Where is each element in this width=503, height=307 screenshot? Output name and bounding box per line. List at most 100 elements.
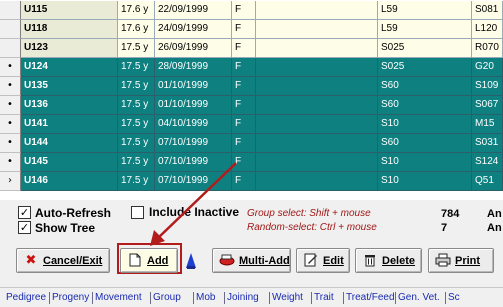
tab-gen-vet[interactable]: Gen. Vet. bbox=[398, 288, 440, 307]
cell-id: U144 bbox=[21, 134, 118, 153]
cell-sire: S60 bbox=[378, 96, 472, 115]
printer-icon bbox=[435, 253, 451, 269]
row-indicator[interactable] bbox=[0, 1, 21, 20]
cell-date: 24/09/1999 bbox=[155, 20, 232, 39]
table-row[interactable]: U115 17.6 y 22/09/1999 F L59 S081 bbox=[0, 1, 503, 20]
cell-sex: F bbox=[232, 134, 256, 153]
cell-date: 28/09/1999 bbox=[155, 58, 232, 77]
new-document-icon bbox=[127, 253, 143, 269]
cell-sex: F bbox=[232, 96, 256, 115]
table-row[interactable]: U123 17.5 y 26/09/1999 F S025 R070 bbox=[0, 39, 503, 58]
cell-sex: F bbox=[232, 58, 256, 77]
show-tree-check-mark: ✓ bbox=[19, 221, 30, 234]
cell-blank bbox=[256, 1, 378, 20]
cell-extra: G20 bbox=[472, 58, 503, 77]
print-button[interactable]: Print bbox=[428, 248, 494, 273]
table-row[interactable]: • U135 17.5 y 01/10/1999 F S60 S109 bbox=[0, 77, 503, 96]
cell-id: U115 bbox=[21, 1, 118, 20]
tab-separator bbox=[193, 292, 194, 304]
table-row[interactable]: › U146 17.5 y 07/10/1999 F S10 Q51 bbox=[0, 172, 503, 191]
table-row[interactable]: • U144 17.5 y 07/10/1999 F S60 S031 bbox=[0, 134, 503, 153]
multi-add-label: Multi-Add bbox=[239, 254, 290, 267]
cell-date: 07/10/1999 bbox=[155, 153, 232, 172]
cell-id: U135 bbox=[21, 77, 118, 96]
table-row[interactable]: • U145 17.5 y 07/10/1999 F S10 S124 bbox=[0, 153, 503, 172]
tab-progeny[interactable]: Progeny bbox=[52, 288, 89, 307]
cell-age: 17.5 y bbox=[118, 115, 155, 134]
auto-refresh-checkbox[interactable]: ✓ bbox=[18, 206, 31, 219]
add-label: Add bbox=[147, 254, 169, 267]
tab-separator bbox=[395, 292, 396, 304]
include-inactive-label: Include Inactive bbox=[149, 205, 240, 219]
include-inactive-checkbox[interactable] bbox=[131, 206, 144, 219]
multi-add-button[interactable]: Multi-Add bbox=[212, 248, 291, 273]
add-button[interactable]: Add bbox=[120, 248, 178, 273]
sort-arrow-icon[interactable] bbox=[185, 252, 197, 270]
tab-trait[interactable]: Trait bbox=[314, 288, 334, 307]
cell-blank bbox=[256, 172, 378, 191]
row-indicator[interactable]: • bbox=[0, 134, 21, 153]
cell-sire: S10 bbox=[378, 153, 472, 172]
cell-date: 26/09/1999 bbox=[155, 39, 232, 58]
cell-age: 17.5 y bbox=[118, 77, 155, 96]
cell-sex: F bbox=[232, 20, 256, 39]
tab-weight[interactable]: Weight bbox=[272, 288, 303, 307]
tab-joining[interactable]: Joining bbox=[227, 288, 259, 307]
multi-add-icon bbox=[219, 253, 235, 269]
row-indicator[interactable]: • bbox=[0, 115, 21, 134]
tab-mob[interactable]: Mob bbox=[196, 288, 215, 307]
tab-treat-feed[interactable]: Treat/Feed bbox=[346, 288, 395, 307]
edit-button[interactable]: Edit bbox=[296, 248, 350, 273]
show-tree-label: Show Tree bbox=[35, 221, 96, 235]
cell-id: U123 bbox=[21, 39, 118, 58]
cell-blank bbox=[256, 134, 378, 153]
tab-separator bbox=[224, 292, 225, 304]
tab-separator bbox=[92, 292, 93, 304]
row-indicator[interactable]: › bbox=[0, 172, 21, 191]
tab-movement[interactable]: Movement bbox=[95, 288, 142, 307]
tab-separator bbox=[343, 292, 344, 304]
cell-blank bbox=[256, 115, 378, 134]
row-indicator[interactable]: • bbox=[0, 58, 21, 77]
tab-sc[interactable]: Sc bbox=[448, 288, 460, 307]
cell-sire: S60 bbox=[378, 134, 472, 153]
cell-age: 17.5 y bbox=[118, 96, 155, 115]
tab-pedigree[interactable]: Pedigree bbox=[6, 288, 46, 307]
cell-sex: F bbox=[232, 1, 256, 20]
cell-id: U118 bbox=[21, 20, 118, 39]
cell-sex: F bbox=[232, 115, 256, 134]
cell-blank bbox=[256, 96, 378, 115]
cell-extra: S031 bbox=[472, 134, 503, 153]
cell-extra: M15 bbox=[472, 115, 503, 134]
animal-grid[interactable]: U115 17.6 y 22/09/1999 F L59 S081 U118 17.6 y 24… bbox=[0, 0, 503, 200]
delete-button[interactable]: Delete bbox=[355, 248, 422, 273]
cell-extra: Q51 bbox=[472, 172, 503, 191]
row-indicator[interactable]: • bbox=[0, 153, 21, 172]
total-count-label: An bbox=[487, 208, 502, 220]
show-tree-checkbox[interactable]: ✓ bbox=[18, 221, 31, 234]
row-indicator[interactable]: • bbox=[0, 96, 21, 115]
cell-id: U145 bbox=[21, 153, 118, 172]
table-row[interactable]: • U124 17.5 y 28/09/1999 F S025 G20 bbox=[0, 58, 503, 77]
table-row[interactable]: • U136 17.5 y 01/10/1999 F S60 S067 bbox=[0, 96, 503, 115]
delete-label: Delete bbox=[382, 254, 416, 267]
tab-group[interactable]: Group bbox=[153, 288, 181, 307]
cell-blank bbox=[256, 39, 378, 58]
cell-date: 04/10/1999 bbox=[155, 115, 232, 134]
cell-id: U124 bbox=[21, 58, 118, 77]
cell-age: 17.6 y bbox=[118, 1, 155, 20]
cell-extra: R070 bbox=[472, 39, 503, 58]
row-indicator[interactable] bbox=[0, 20, 21, 39]
random-select-hint: Random-select: Ctrl + mouse bbox=[247, 222, 377, 233]
group-select-hint: Group select: Shift + mouse bbox=[247, 208, 371, 219]
cancel-exit-button[interactable]: ✖ Cancel/Exit bbox=[16, 248, 110, 273]
row-indicator[interactable] bbox=[0, 39, 21, 58]
total-count: 784 bbox=[441, 208, 460, 220]
row-indicator[interactable]: • bbox=[0, 77, 21, 96]
table-row[interactable]: U118 17.6 y 24/09/1999 F L59 L120 bbox=[0, 20, 503, 39]
auto-refresh-label: Auto-Refresh bbox=[35, 206, 112, 220]
table-row[interactable]: • U141 17.5 y 04/10/1999 F S10 M15 bbox=[0, 115, 503, 134]
cell-blank bbox=[256, 77, 378, 96]
app-window: U115 17.6 y 22/09/1999 F L59 S081 U118 17.6 y 24… bbox=[0, 0, 503, 307]
trash-icon bbox=[362, 253, 378, 269]
